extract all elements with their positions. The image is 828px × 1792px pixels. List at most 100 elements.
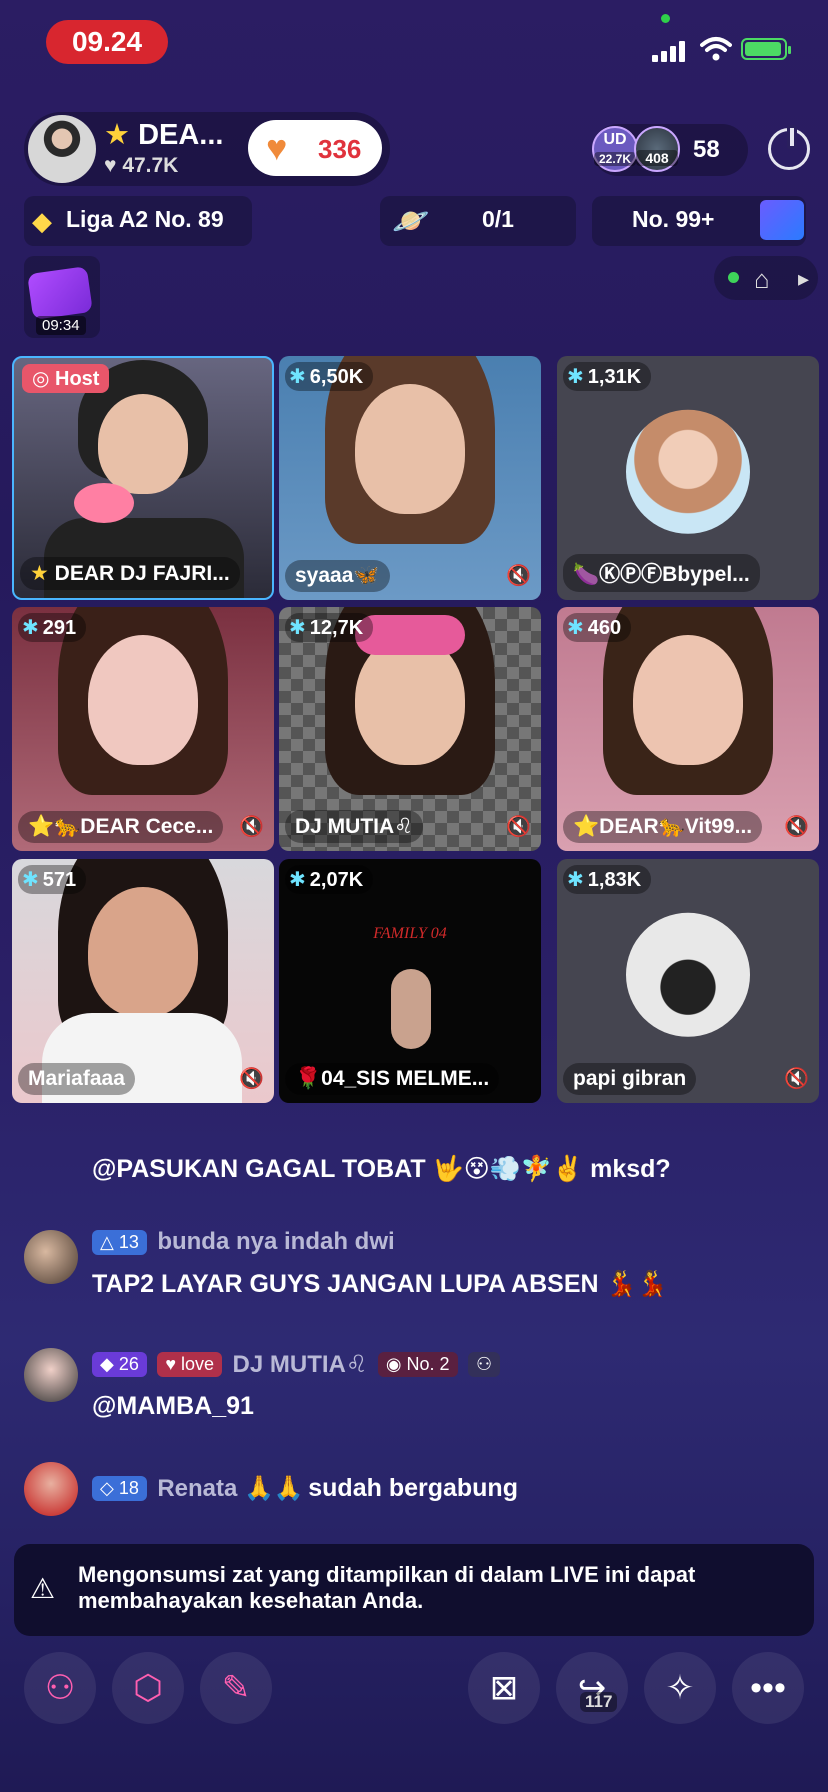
- home-icon[interactable]: ⌂: [754, 264, 770, 295]
- guest-name: ★ DEAR DJ FAJRI...: [20, 557, 240, 590]
- privacy-indicator-dot: [661, 14, 670, 23]
- gift-score: ✱ 460: [563, 613, 632, 642]
- level-badge: ◇ 18: [92, 1476, 147, 1501]
- planet-progress: 0/1: [482, 206, 514, 232]
- guest-name: 🌹04_SIS MELME...: [285, 1063, 500, 1095]
- family-logo-text: FAMILY 04: [373, 925, 447, 942]
- battery-icon: [741, 38, 791, 60]
- guest-name: papi gibran: [563, 1063, 697, 1095]
- warning-text: Mengonsumsi zat yang ditampilkan di dala…: [78, 1562, 696, 1613]
- mic-muted-icon: 🔇: [239, 1068, 264, 1090]
- magic-wand-icon: ✧: [665, 1669, 695, 1707]
- poster-photo: [391, 969, 431, 1049]
- mic-muted-icon: 🔇: [784, 1068, 809, 1090]
- heart-icon: ♥: [266, 127, 288, 168]
- signal-icon: [652, 40, 686, 62]
- gift-score: ✱ 291: [18, 613, 87, 642]
- guest-tile[interactable]: ✱ 1,83K papi gibran 🔇: [557, 859, 819, 1103]
- guest-tile[interactable]: ✱ 12,7K DJ MUTIA♌ 🔇: [279, 607, 541, 851]
- follow-count: 336: [318, 134, 362, 164]
- guest-name: syaaa🦋: [285, 560, 390, 592]
- league-label: Liga A2 No. 89: [66, 206, 224, 232]
- camera-icon: ◎: [32, 368, 50, 390]
- fan-club-badge: ♥ love: [157, 1352, 223, 1377]
- gem-icon: ✱: [22, 617, 39, 639]
- gift-timer: 09:34: [36, 316, 86, 335]
- guest-name: Mariafaaa: [18, 1063, 135, 1095]
- guest-name: ⭐🐆DEAR Cece...: [18, 811, 224, 843]
- star-icon: ★: [104, 119, 130, 151]
- guest-tile[interactable]: ✱ 6,50K syaaa🦋 🔇: [279, 356, 541, 600]
- mic-muted-icon: 🔇: [784, 816, 809, 838]
- heart-icon: ♥: [104, 154, 117, 177]
- chat-header: △ 13 bunda nya indah dwi: [92, 1228, 395, 1256]
- chevron-right-icon[interactable]: ▸: [798, 266, 809, 292]
- gift-score: ✱ 12,7K: [285, 613, 374, 642]
- more-icon: •••: [750, 1669, 786, 1707]
- mic-muted-icon: 🔇: [506, 565, 531, 587]
- book-button[interactable]: ✎: [200, 1652, 272, 1724]
- gift-envelope-icon: [27, 266, 93, 320]
- gem-icon: ✱: [289, 869, 306, 891]
- chat-message: @MAMBA_91: [92, 1392, 254, 1420]
- guest-tile[interactable]: ✱ 571 Mariafaaa 🔇: [12, 859, 274, 1103]
- live-dot: [728, 272, 739, 283]
- box-button[interactable]: ⬡: [112, 1652, 184, 1724]
- guest-tile[interactable]: FAMILY 04 ✱ 2,07K 🌹04_SIS MELME...: [279, 859, 541, 1103]
- chat-message: TAP2 LAYAR GUYS JANGAN LUPA ABSEN 💃💃: [92, 1270, 668, 1298]
- star-icon: ★: [30, 562, 49, 585]
- host-likes: ♥ 47.7K: [104, 154, 179, 177]
- power-icon[interactable]: [768, 125, 810, 170]
- join-text: sudah bergabung: [308, 1474, 518, 1502]
- top-viewer-avatar[interactable]: 408: [634, 126, 680, 172]
- host-avatar[interactable]: [28, 115, 96, 183]
- gift-score: ✱ 1,83K: [563, 865, 652, 894]
- planet-icon: 🪐: [392, 205, 430, 238]
- gift-score: ✱ 6,50K: [285, 362, 374, 391]
- gift-score: ✱ 571: [18, 865, 87, 894]
- guests-button[interactable]: ⚇: [24, 1652, 96, 1724]
- chat-user-avatar[interactable]: [24, 1348, 78, 1402]
- game-button[interactable]: ⊠: [468, 1652, 540, 1724]
- top-viewer-avatar[interactable]: UD 22.7K: [592, 126, 638, 172]
- more-button[interactable]: •••: [732, 1652, 804, 1724]
- guest-tile[interactable]: ✱ 1,31K 🍆ⓀⓅⒻBbypel...: [557, 356, 819, 600]
- people-icon: ⚇: [44, 1669, 76, 1707]
- viewer-count[interactable]: 58: [693, 136, 720, 164]
- effects-button[interactable]: ✧: [644, 1652, 716, 1724]
- share-count: 117: [580, 1692, 618, 1712]
- gift-score: ✱ 2,07K: [285, 865, 374, 894]
- gem-icon: ✱: [567, 617, 584, 639]
- chat-header: ◆ 26 ♥ love DJ MUTIA♌ ◉ No. 2 ⚇: [92, 1350, 506, 1379]
- chat-message: @PASUKAN GAGAL TOBAT 🤟😵💨🧚✌️ mksd?: [92, 1155, 671, 1183]
- people-icon: ⚇: [468, 1352, 501, 1377]
- gem-icon: ✱: [289, 366, 306, 388]
- book-sparkle-icon: ✎: [221, 1669, 251, 1707]
- guest-tile[interactable]: ✱ 291 ⭐🐆DEAR Cece... 🔇: [12, 607, 274, 851]
- chat-username[interactable]: Renata 🙏🙏: [157, 1475, 303, 1502]
- gift-score: ✱ 1,31K: [563, 362, 652, 391]
- chat-user-avatar[interactable]: [24, 1230, 78, 1284]
- share-button[interactable]: ↪: [556, 1652, 628, 1724]
- microphone-icon: [74, 483, 134, 523]
- gem-icon: ✱: [22, 869, 39, 891]
- rank-label: No. 99+: [632, 206, 715, 232]
- rank-badge: ◉ No. 2: [377, 1352, 458, 1377]
- gem-icon: ✱: [289, 617, 306, 639]
- gamepad-icon: ⊠: [489, 1669, 519, 1707]
- ranking-badge-icon: [760, 200, 804, 240]
- guest-tile[interactable]: ✱ 460 ⭐DEAR🐆Vit99... 🔇: [557, 607, 819, 851]
- chat-username[interactable]: bunda nya indah dwi: [157, 1228, 394, 1255]
- level-badge: △ 13: [92, 1229, 147, 1255]
- mic-muted-icon: 🔇: [506, 816, 531, 838]
- mic-muted-icon: 🔇: [239, 816, 264, 838]
- guest-name: 🍆ⓀⓅⒻBbypel...: [563, 554, 760, 592]
- cube-icon: ⬡: [133, 1669, 163, 1707]
- warning-icon: ⚠: [30, 1573, 56, 1604]
- host-badge: ◎ Host: [22, 364, 110, 393]
- chat-username[interactable]: DJ MUTIA♌: [233, 1351, 368, 1378]
- gem-icon: ✱: [567, 869, 584, 891]
- chat-user-avatar[interactable]: [24, 1462, 78, 1516]
- guest-tile-host[interactable]: ◎ Host ★ DEAR DJ FAJRI...: [12, 356, 274, 600]
- guest-name: DJ MUTIA♌: [285, 810, 423, 843]
